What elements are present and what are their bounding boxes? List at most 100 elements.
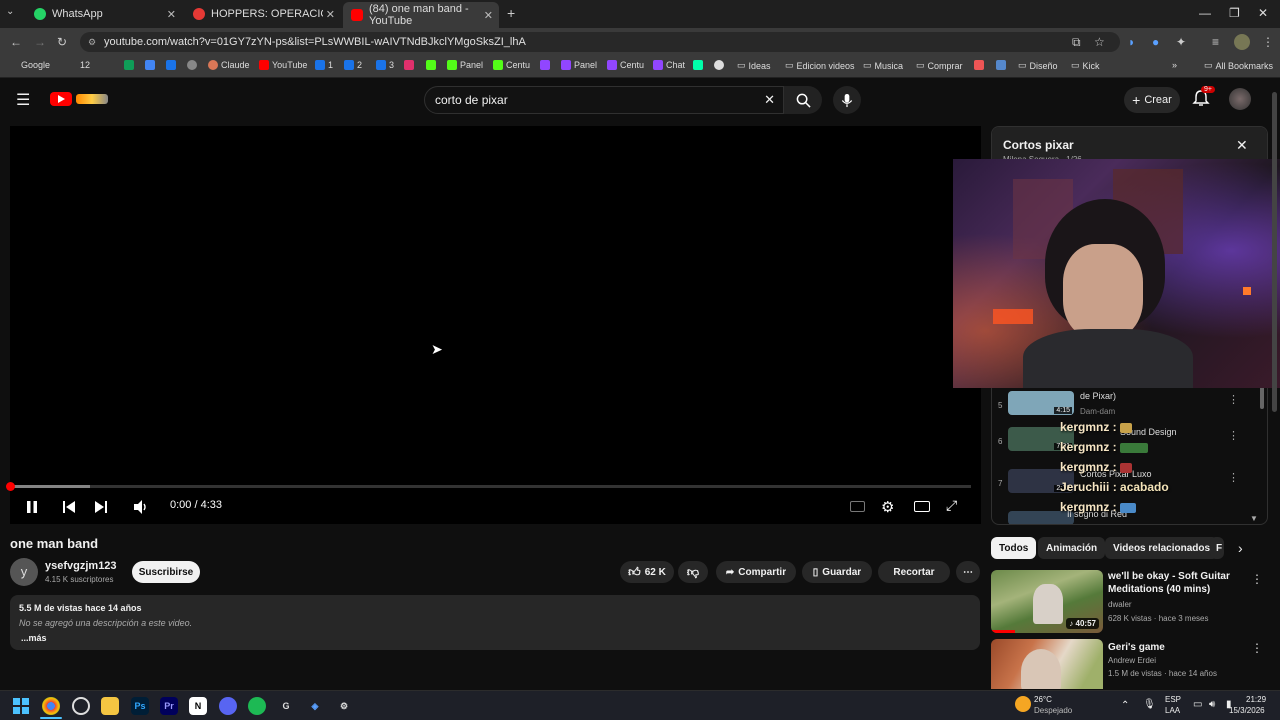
bookmark-site[interactable] (187, 60, 197, 70)
weather-icon[interactable] (1015, 696, 1031, 712)
bookmark-panel-kick[interactable]: Panel (447, 60, 483, 70)
close-icon[interactable]: ✕ (326, 8, 335, 21)
extension-icon[interactable]: ● (1152, 35, 1159, 49)
bookmark-app[interactable] (974, 60, 984, 70)
share-button[interactable]: ➦ Compartir (716, 561, 796, 583)
new-tab-button[interactable]: + (507, 5, 515, 21)
app-icon[interactable]: G (277, 697, 295, 715)
fullscreen-icon[interactable]: ⤢ (946, 497, 957, 514)
channel-name[interactable]: ysefvgzjm123 (45, 560, 117, 572)
close-icon[interactable]: ✕ (484, 9, 493, 22)
chip-more[interactable]: F (1210, 537, 1224, 559)
volume-button[interactable] (133, 499, 149, 520)
extension-icon[interactable]: ◗ (1128, 35, 1135, 49)
app-icon[interactable]: ◈ (306, 697, 324, 715)
close-window-icon[interactable]: ✕ (1258, 6, 1268, 20)
bookmark-sheets[interactable] (124, 60, 134, 70)
clip-button[interactable]: Recortar (878, 561, 950, 583)
bookmark-calendar[interactable] (166, 60, 176, 70)
save-button[interactable]: ▯ Guardar (802, 561, 872, 583)
create-button[interactable]: + Crear (1124, 87, 1180, 113)
pause-button[interactable] (25, 500, 39, 514)
obs-icon[interactable] (72, 697, 90, 715)
site-info-icon[interactable]: ⚙ (88, 32, 96, 52)
notion-icon[interactable]: N (189, 697, 207, 715)
file-explorer-icon[interactable] (101, 697, 119, 715)
playlist-title[interactable]: Cortos pixar (1003, 138, 1074, 152)
bookmark-claude[interactable]: Claude (208, 60, 250, 70)
show-more-link[interactable]: ...más (19, 633, 971, 643)
photoshop-icon[interactable]: Ps (131, 697, 149, 715)
spotify-icon[interactable] (248, 697, 266, 715)
clock-date[interactable]: 15/3/2026 (1229, 706, 1265, 715)
premiere-icon[interactable]: Pr (160, 697, 178, 715)
bookmark-folder-ideas[interactable]: ▭ Ideas (737, 60, 771, 71)
back-icon[interactable]: ← (10, 35, 22, 49)
like-button[interactable]: 👍︎ 62 K (620, 561, 674, 583)
bookmark-app[interactable] (693, 60, 703, 70)
dislike-button[interactable]: 👎︎ (678, 561, 708, 583)
tab-youtube[interactable]: (84) one man band - YouTube ✕ (343, 2, 499, 28)
bookmark-youtube[interactable]: YouTube (259, 60, 307, 70)
chevron-up-icon[interactable]: ⌃ (1121, 700, 1129, 711)
bookmark-folder-edicion[interactable]: ▭ Edicion videos (785, 60, 855, 71)
forward-icon[interactable]: → (34, 35, 46, 49)
search-input[interactable]: corto de pixar ✕ (424, 86, 784, 114)
bookmark-app[interactable] (996, 60, 1006, 70)
close-playlist-icon[interactable]: ✕ (1236, 137, 1248, 154)
search-button[interactable] (784, 86, 822, 114)
recommended-video[interactable]: ♪ 40:57 we'll be okay - Soft Guitar Medi… (991, 570, 1271, 634)
bookmark-folder-kick[interactable]: ▭ Kick (1071, 60, 1100, 71)
chip-todos[interactable]: Todos (991, 537, 1037, 559)
bookmark-1[interactable]: 1 (315, 60, 333, 70)
next-button[interactable] (94, 500, 108, 519)
tab-list-icon[interactable]: ⌄ (6, 6, 14, 17)
subscribe-button[interactable]: Suscribirse (132, 561, 200, 583)
maximize-icon[interactable]: ❐ (1229, 6, 1240, 20)
more-vertical-icon[interactable]: ⋮ (1228, 393, 1239, 406)
reload-icon[interactable]: ↻ (57, 35, 67, 49)
url-field[interactable]: ⚙ youtube.com/watch?v=01GY7zYN-ps&list=P… (80, 32, 1120, 52)
bookmark-3[interactable]: 3 (376, 60, 394, 70)
bookmark-folder-comprar[interactable]: ▭ Comprar (916, 60, 963, 71)
bookmark-folder-musica[interactable]: ▭ Musica (863, 60, 903, 71)
bookmark-chat[interactable]: Chat (653, 60, 685, 70)
more-actions-button[interactable]: ⋯ (956, 561, 980, 583)
video-player[interactable] (10, 126, 981, 524)
speaker-icon[interactable]: 🔊︎ (1209, 699, 1215, 710)
bookmark-centu-kick[interactable]: Centu (493, 60, 530, 70)
bookmark-google[interactable]: Google (8, 60, 50, 70)
hamburger-menu-icon[interactable]: ☰ (16, 90, 30, 110)
page-scrollbar[interactable] (1272, 92, 1277, 412)
description-box[interactable]: 5.5 M de vistas hace 14 años No se agreg… (10, 595, 980, 650)
chip-animacion[interactable]: Animación (1038, 537, 1106, 559)
chevron-right-icon[interactable]: › (1238, 540, 1243, 556)
more-bookmarks-icon[interactable]: » (1172, 60, 1177, 70)
account-avatar[interactable] (1229, 88, 1251, 110)
chip-videos-relacionados[interactable]: Videos relacionados (1105, 537, 1219, 559)
bookmark-12[interactable]: 12 (80, 60, 90, 70)
tab-hoppers[interactable]: HOPPERS: OPERACIÓN CASTOR ✕ (185, 4, 341, 24)
playlist-scrollbar[interactable] (1260, 385, 1264, 409)
bookmark-folder-diseno[interactable]: ▭ Diseño (1018, 60, 1058, 71)
microphone-icon[interactable]: 🎙︎ (1143, 699, 1156, 710)
extensions-puzzle-icon[interactable]: ✦ (1176, 35, 1186, 49)
clock-time[interactable]: 21:29 (1246, 695, 1266, 704)
notifications-button[interactable]: 9+ (1192, 86, 1215, 111)
language-bottom[interactable]: LAA (1165, 706, 1180, 715)
install-icon[interactable]: ⧉ (1072, 35, 1081, 50)
close-icon[interactable]: ✕ (167, 8, 176, 21)
bookmark-2[interactable]: 2 (344, 60, 362, 70)
language-top[interactable]: ESP (1165, 695, 1181, 704)
network-icon[interactable]: ▭ (1193, 699, 1202, 710)
all-bookmarks[interactable]: ▭ All Bookmarks (1204, 60, 1273, 71)
bookmark-whatsapp[interactable] (60, 60, 70, 70)
chrome-icon[interactable] (42, 697, 60, 715)
progress-bar[interactable] (6, 482, 971, 491)
voice-search-button[interactable] (833, 86, 861, 114)
tab-whatsapp[interactable]: WhatsApp ✕ (26, 4, 182, 24)
bookmark-panel-twitch[interactable]: Panel (561, 60, 597, 70)
profile-avatar[interactable] (1234, 34, 1250, 50)
settings-gear-icon[interactable]: ⚙ (881, 498, 894, 516)
bookmark-star-icon[interactable]: ☆ (1094, 35, 1105, 49)
